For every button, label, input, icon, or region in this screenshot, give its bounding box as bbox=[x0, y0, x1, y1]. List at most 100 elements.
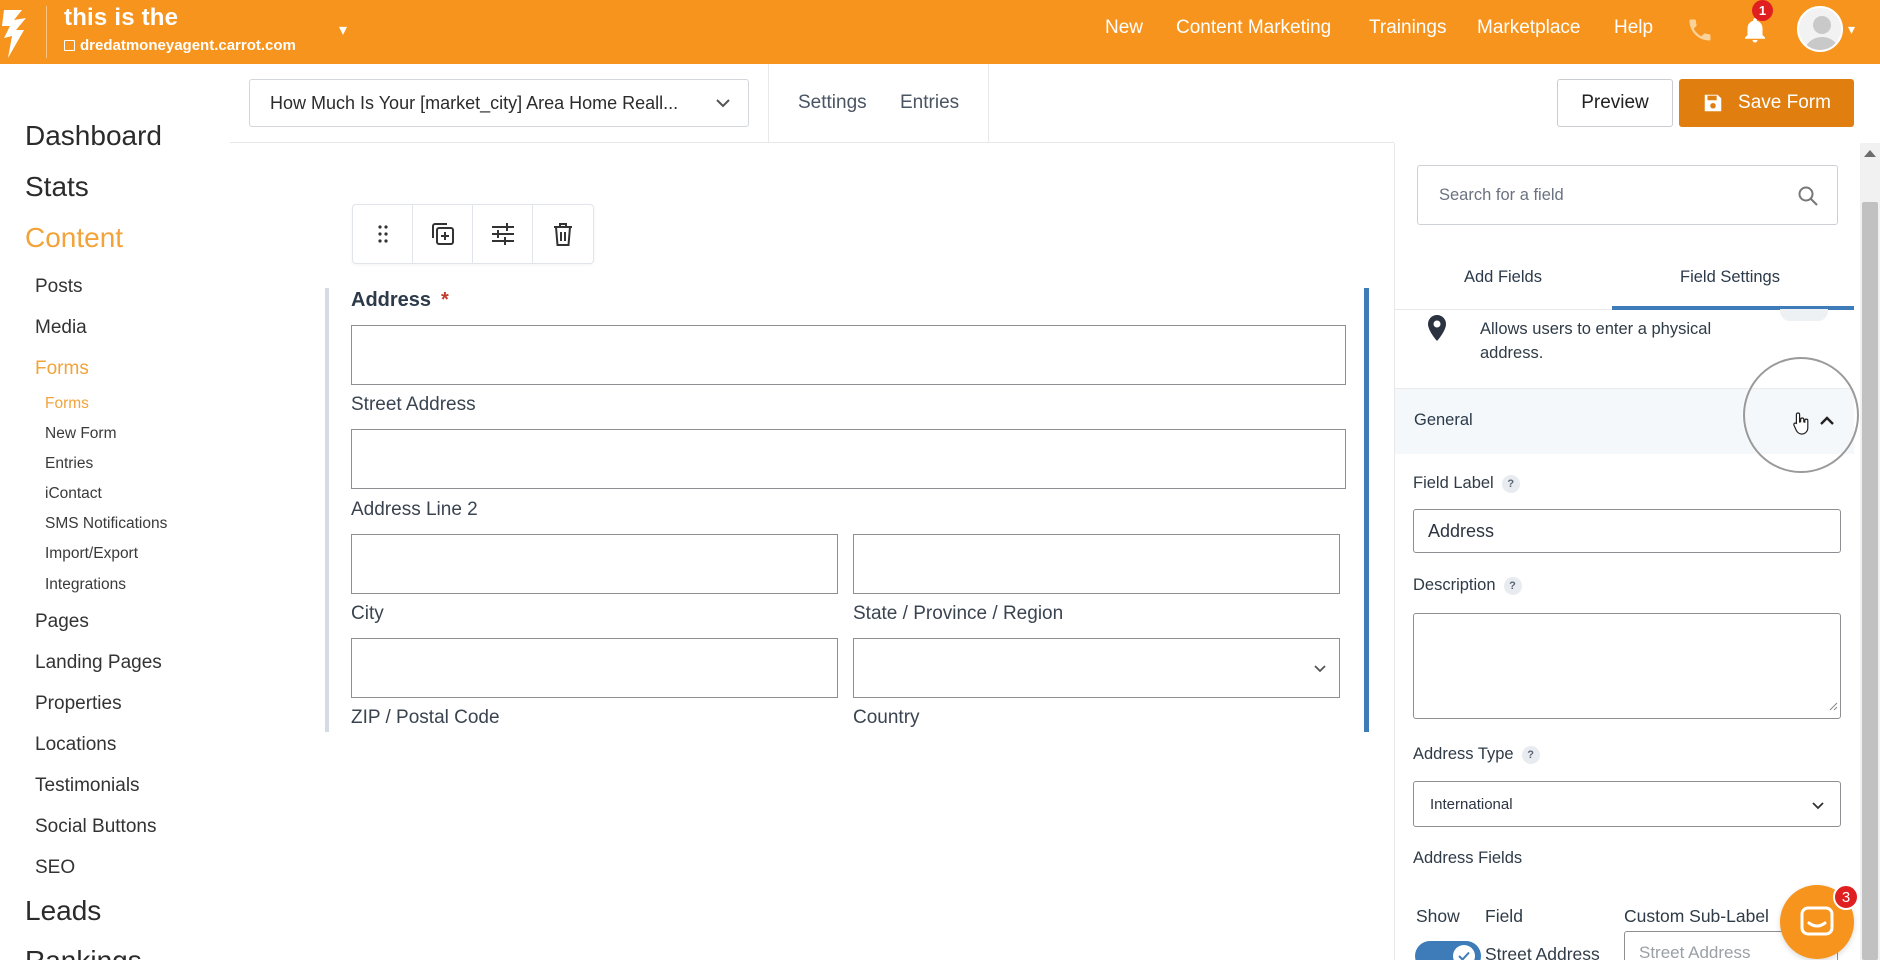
logo-divider bbox=[46, 6, 47, 58]
sidebar-sub-integrations[interactable]: Integrations bbox=[45, 576, 126, 594]
sidebar-item-content[interactable]: Content bbox=[25, 222, 123, 254]
avatar[interactable] bbox=[1797, 6, 1843, 52]
search-icon bbox=[1797, 185, 1819, 212]
resize-handle-icon[interactable] bbox=[1828, 698, 1838, 716]
street-address-input[interactable] bbox=[351, 325, 1346, 385]
address-line2-sublabel: Address Line 2 bbox=[351, 499, 478, 520]
nav-new[interactable]: New bbox=[1105, 0, 1143, 56]
scroll-up-arrow-icon[interactable] bbox=[1864, 150, 1876, 157]
map-pin-icon bbox=[1425, 314, 1449, 347]
address-type-value: International bbox=[1430, 795, 1513, 813]
sidebar-sub-forms[interactable]: Forms bbox=[45, 395, 89, 413]
field-label-input[interactable]: Address bbox=[1413, 509, 1841, 553]
nav-help[interactable]: Help bbox=[1614, 0, 1653, 56]
sidebar-item-social-buttons[interactable]: Social Buttons bbox=[35, 816, 156, 838]
phone-icon[interactable] bbox=[1686, 16, 1714, 44]
sidebar-item-leads[interactable]: Leads bbox=[25, 895, 101, 927]
description-title: Description ? bbox=[1413, 576, 1522, 595]
tab-field-settings[interactable]: Field Settings bbox=[1680, 268, 1780, 287]
address-fields-title: Address Fields bbox=[1413, 849, 1522, 868]
site-switcher-caret-icon[interactable]: ▾ bbox=[339, 20, 347, 40]
address-type-title: Address Type ? bbox=[1413, 745, 1540, 764]
show-street-address-toggle[interactable] bbox=[1415, 941, 1481, 960]
address-field-label[interactable]: Address * bbox=[351, 289, 449, 312]
field-label-title-text: Field Label bbox=[1413, 474, 1494, 492]
column-header-show: Show bbox=[1416, 906, 1460, 926]
sidebar-item-seo[interactable]: SEO bbox=[35, 857, 75, 879]
address-type-title-text: Address Type bbox=[1413, 745, 1514, 763]
address-fields-title-text: Address Fields bbox=[1413, 849, 1523, 867]
field-type-description: Allows users to enter a physical address… bbox=[1480, 320, 1712, 362]
state-input[interactable] bbox=[853, 534, 1340, 594]
street-address-sublabel: Street Address bbox=[351, 394, 476, 415]
external-link-icon bbox=[64, 40, 75, 51]
site-url-link[interactable]: dredatmoneyagent.carrot.com bbox=[64, 37, 296, 54]
field-toolbar bbox=[352, 204, 594, 264]
field-search-input[interactable]: Search for a field bbox=[1417, 165, 1838, 225]
state-sublabel: State / Province / Region bbox=[853, 603, 1064, 624]
sidebar-item-posts[interactable]: Posts bbox=[35, 276, 83, 298]
sidebar-item-testimonials[interactable]: Testimonials bbox=[35, 775, 140, 797]
sidebar-item-locations[interactable]: Locations bbox=[35, 734, 116, 756]
sidebar-item-landing-pages[interactable]: Landing Pages bbox=[35, 652, 162, 674]
sidebar-item-properties[interactable]: Properties bbox=[35, 693, 122, 715]
form-selector-value: How Much Is Your [market_city] Area Home… bbox=[270, 92, 679, 113]
tab-entries[interactable]: Entries bbox=[900, 92, 959, 114]
tab-settings[interactable]: Settings bbox=[798, 92, 867, 114]
help-icon[interactable]: ? bbox=[1503, 576, 1522, 595]
nav-marketplace[interactable]: Marketplace bbox=[1477, 0, 1581, 56]
field-type-toggle[interactable] bbox=[1780, 309, 1828, 321]
description-textarea[interactable] bbox=[1413, 613, 1841, 719]
duplicate-icon[interactable] bbox=[413, 205, 473, 263]
form-selector-dropdown[interactable]: How Much Is Your [market_city] Area Home… bbox=[249, 79, 749, 127]
field-left-bar bbox=[325, 288, 329, 732]
help-icon[interactable]: ? bbox=[1521, 745, 1540, 764]
city-sublabel: City bbox=[351, 603, 384, 624]
sidebar-sub-entries[interactable]: Entries bbox=[45, 455, 93, 473]
nav-content-marketing[interactable]: Content Marketing bbox=[1176, 0, 1331, 56]
save-form-button[interactable]: Save Form bbox=[1679, 79, 1854, 127]
carrot-logo-icon[interactable] bbox=[0, 0, 46, 64]
site-url-text: dredatmoneyagent.carrot.com bbox=[80, 37, 296, 54]
drag-handle-icon[interactable] bbox=[353, 205, 413, 263]
sidebar-sub-new-form[interactable]: New Form bbox=[45, 425, 116, 443]
nav-trainings[interactable]: Trainings bbox=[1369, 0, 1446, 56]
sidebar-item-forms[interactable]: Forms bbox=[35, 358, 89, 380]
address-line2-input[interactable] bbox=[351, 429, 1346, 489]
site-title[interactable]: this is the bbox=[64, 4, 178, 32]
help-icon[interactable]: ? bbox=[1501, 474, 1520, 493]
zip-sublabel: ZIP / Postal Code bbox=[351, 707, 500, 728]
street-address-row-label: Street Address bbox=[1485, 944, 1600, 960]
zip-input[interactable] bbox=[351, 638, 838, 698]
sidebar-item-media[interactable]: Media bbox=[35, 317, 87, 339]
sidebar-sub-sms-notifications[interactable]: SMS Notifications bbox=[45, 515, 167, 533]
trash-icon[interactable] bbox=[533, 205, 593, 263]
description-title-text: Description bbox=[1413, 576, 1496, 594]
field-label-text: Address bbox=[351, 289, 432, 311]
column-header-custom-sublabel: Custom Sub-Label bbox=[1624, 906, 1769, 926]
chevron-down-icon bbox=[1312, 660, 1328, 681]
preview-button[interactable]: Preview bbox=[1557, 79, 1673, 127]
header-divider bbox=[768, 64, 769, 142]
country-select[interactable] bbox=[853, 638, 1340, 698]
sidebar-sub-import-export[interactable]: Import/Export bbox=[45, 545, 138, 563]
sidebar-item-dashboard[interactable]: Dashboard bbox=[25, 120, 162, 152]
sidebar-item-rankings[interactable]: Rankings bbox=[25, 945, 142, 960]
scrollbar-thumb[interactable] bbox=[1862, 202, 1878, 960]
address-type-select[interactable]: International bbox=[1413, 781, 1841, 827]
account-caret-icon[interactable]: ▾ bbox=[1848, 21, 1855, 38]
notification-badge: 1 bbox=[1752, 0, 1773, 21]
sidebar-item-stats[interactable]: Stats bbox=[25, 171, 89, 203]
toggle-knob bbox=[1453, 945, 1475, 960]
sidebar-item-pages[interactable]: Pages bbox=[35, 611, 89, 633]
chevron-down-icon bbox=[1810, 797, 1826, 817]
tab-add-fields[interactable]: Add Fields bbox=[1464, 268, 1542, 287]
general-section-title: General bbox=[1414, 411, 1473, 429]
field-settings-icon[interactable] bbox=[473, 205, 533, 263]
city-input[interactable] bbox=[351, 534, 838, 594]
country-sublabel: Country bbox=[853, 707, 920, 728]
chevron-down-icon bbox=[714, 94, 732, 117]
chat-unread-badge: 3 bbox=[1833, 884, 1859, 910]
sidebar-sub-icontact[interactable]: iContact bbox=[45, 485, 102, 503]
field-selected-indicator bbox=[1364, 288, 1369, 732]
